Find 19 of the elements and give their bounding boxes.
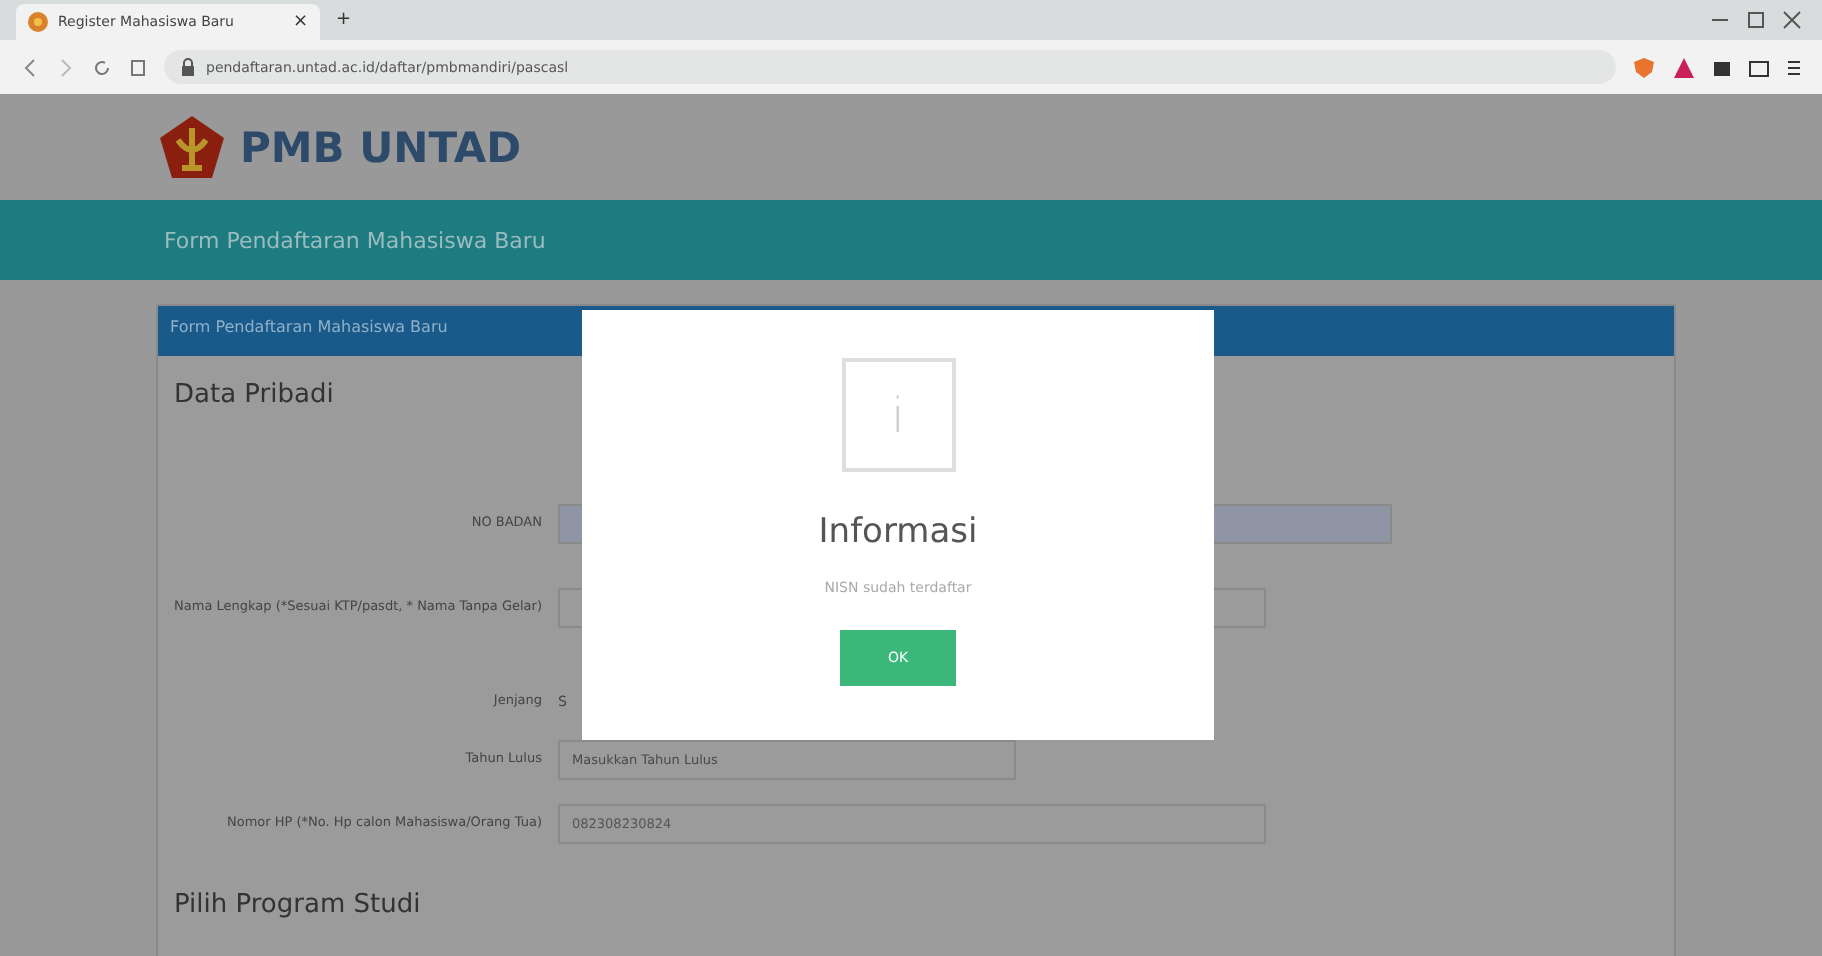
menu-icon[interactable]: [1786, 57, 1802, 77]
shield-icon[interactable]: [1632, 55, 1656, 79]
maximize-icon[interactable]: [1746, 10, 1766, 30]
reload-icon[interactable]: [92, 57, 112, 77]
close-icon[interactable]: [1782, 10, 1802, 30]
lock-icon: [180, 58, 196, 76]
bookmark-icon[interactable]: [128, 57, 148, 77]
section-title: Pilih Program Studi: [174, 890, 423, 920]
section-title: Data Pribadi: [174, 380, 336, 410]
back-icon[interactable]: [20, 57, 40, 77]
triangle-icon[interactable]: [1672, 55, 1696, 79]
site-brand: PMB UNTAD: [240, 123, 522, 171]
site-favicon-icon: [28, 12, 48, 32]
dialog-title: Informasi: [818, 512, 978, 552]
banner-title: Form Pendaftaran Mahasiswa Baru: [164, 227, 546, 253]
window-icon[interactable]: [1748, 57, 1770, 77]
new-tab-button[interactable]: +: [336, 10, 352, 30]
close-tab-button[interactable]: ×: [292, 12, 308, 32]
university-logo-icon: [156, 111, 228, 183]
